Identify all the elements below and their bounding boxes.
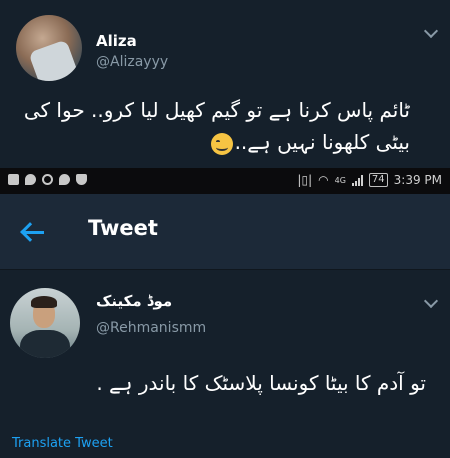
chevron-down-icon[interactable] <box>423 23 439 39</box>
clock: 3:39 PM <box>393 173 442 187</box>
display-name[interactable]: Aliza <box>96 32 137 50</box>
page-title: Tweet <box>88 216 158 240</box>
battery-icon: 74 <box>368 173 388 187</box>
system-icons: |▯| ◠ 4G 74 3:39 PM <box>297 173 442 187</box>
signal-icon <box>351 174 363 186</box>
wifi-icon: ◠ <box>318 173 329 187</box>
shield-icon <box>76 174 87 185</box>
message-icon <box>25 174 36 185</box>
chevron-down-icon[interactable] <box>423 293 439 309</box>
top-tweet: Aliza @Alizayyy ٹائم پاس کرنا ہے تو گیم … <box>0 0 450 168</box>
smile-emoji-icon <box>210 132 233 155</box>
app-header: Tweet <box>0 194 450 270</box>
vibrate-icon: |▯| <box>297 173 313 187</box>
display-name[interactable]: موڈ مکینک <box>96 292 172 310</box>
tweet-text: تو آدم کا بیٹا کونسا پلاسٹک کا باندر ہے … <box>96 371 426 395</box>
network-type: 4G <box>334 175 346 185</box>
user-handle[interactable]: @Alizayyy <box>96 54 168 70</box>
translate-tweet-link[interactable]: Translate Tweet <box>12 436 113 451</box>
facebook-icon <box>8 174 19 185</box>
chat-icon <box>59 174 70 185</box>
status-bar: |▯| ◠ 4G 74 3:39 PM <box>0 168 450 194</box>
tweet-text: ٹائم پاس کرنا ہے تو گیم کھیل لیا کرو.. ح… <box>23 98 410 155</box>
avatar[interactable] <box>16 15 82 81</box>
avatar[interactable] <box>10 288 80 358</box>
notification-icons <box>8 174 87 185</box>
main-tweet: موڈ مکینک @Rehmanismm تو آدم کا بیٹا کون… <box>0 270 450 458</box>
back-arrow-icon[interactable] <box>20 220 48 244</box>
instagram-icon <box>42 174 53 185</box>
user-handle[interactable]: @Rehmanismm <box>96 320 206 336</box>
